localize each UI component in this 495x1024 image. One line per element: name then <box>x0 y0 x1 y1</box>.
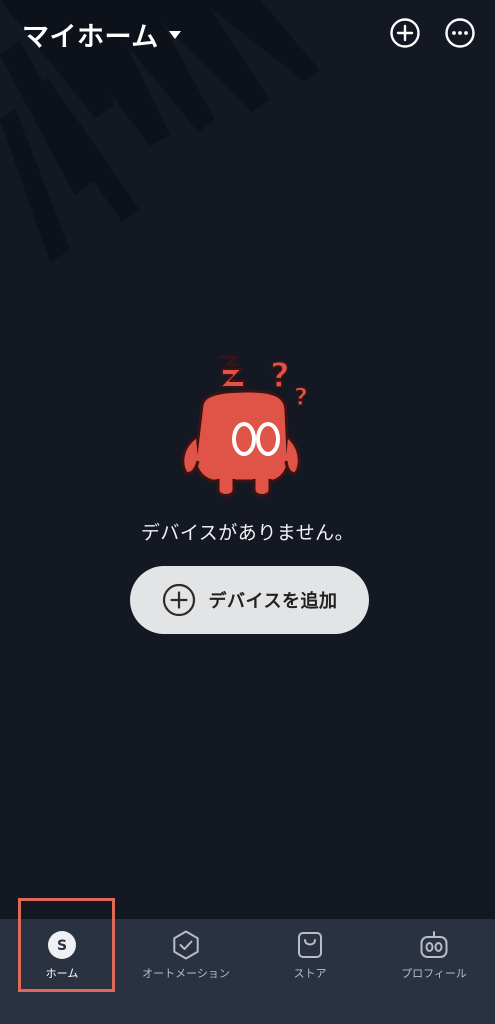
automation-check-icon <box>170 929 202 961</box>
nav-item-profile[interactable]: プロフィール <box>372 919 495 999</box>
top-header: マイホーム <box>0 0 495 72</box>
add-device-label: デバイスを追加 <box>208 591 338 612</box>
svg-text:?: ? <box>294 383 308 411</box>
nav-label-home: ホーム <box>45 967 79 980</box>
home-badge-letter: S <box>57 938 67 954</box>
empty-state-message: デバイスがありません。 <box>140 522 355 544</box>
more-options-button[interactable] <box>444 17 476 49</box>
add-button[interactable] <box>389 17 421 49</box>
nav-label-profile: プロフィール <box>401 967 467 980</box>
nav-item-store[interactable]: ストア <box>248 919 372 999</box>
home-title: マイホーム <box>22 21 159 53</box>
nav-label-store: ストア <box>293 967 327 980</box>
add-device-button[interactable]: デバイスを追加 <box>130 566 369 634</box>
plus-circle-icon <box>162 583 195 617</box>
svg-text:?: ? <box>270 356 290 396</box>
caret-down-icon <box>168 31 181 39</box>
home-s-icon: S <box>46 929 78 961</box>
nav-item-home[interactable]: S ホーム <box>0 919 124 999</box>
empty-state: ? ? デバイスがありません。 デバイスを追加 <box>0 355 495 655</box>
store-bag-icon <box>294 929 326 961</box>
home-selector[interactable]: マイホーム <box>22 17 181 53</box>
plus-circle-icon <box>390 18 420 48</box>
profile-robot-icon <box>418 929 450 961</box>
bottom-navigation: S ホーム オートメーション ストア プロフィール <box>0 919 495 1024</box>
nav-item-automation[interactable]: オートメーション <box>124 919 248 999</box>
nav-label-automation: オートメーション <box>142 967 230 980</box>
app-screen: マイホーム ? ? デバイスがありません。 デバイスを追加 S ホーム オートメ… <box>0 0 495 1024</box>
confused-mascot-illustration: ? ? <box>181 355 309 497</box>
more-horizontal-icon <box>445 18 475 48</box>
